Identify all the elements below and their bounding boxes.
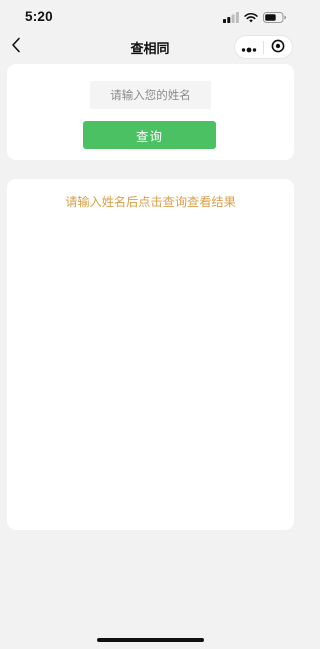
home-indicator: [97, 638, 204, 642]
more-dots-icon: [241, 38, 257, 57]
wifi-icon: [244, 8, 258, 27]
mini-program-capsule: [234, 35, 293, 59]
battery-icon: [263, 8, 286, 27]
query-button[interactable]: 查询: [83, 121, 216, 149]
close-mini-program-button[interactable]: [264, 36, 292, 58]
status-icons: [223, 11, 286, 23]
result-hint: 请输入姓名后点击查询查看结果: [65, 195, 236, 209]
query-button-label: 查询: [135, 128, 163, 144]
more-button[interactable]: [235, 36, 263, 58]
status-bar: 5:20: [0, 0, 300, 34]
name-input[interactable]: [90, 81, 211, 109]
result-card: 请输入姓名后点击查询查看结果: [7, 179, 294, 530]
status-time: 5:20: [25, 9, 53, 24]
signal-icon: [223, 8, 239, 27]
close-target-icon: [271, 38, 285, 57]
search-card: 查询: [7, 64, 294, 160]
navigation-bar: 查相同: [0, 34, 300, 60]
